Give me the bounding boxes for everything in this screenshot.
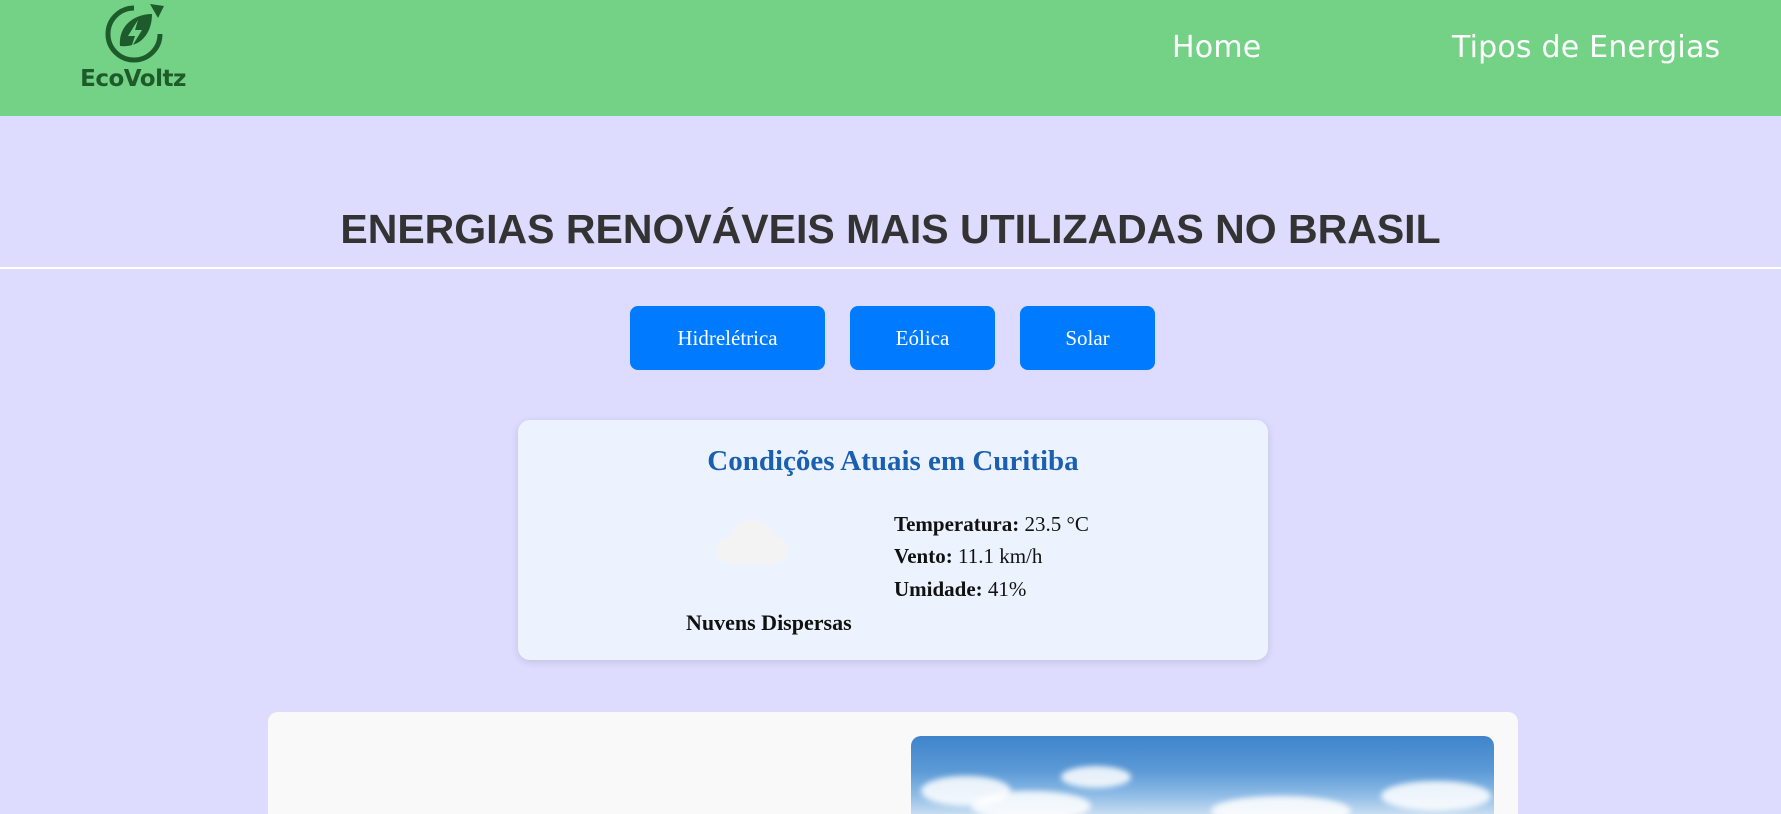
temperature-stat: Temperatura: 23.5 °C	[894, 512, 1089, 537]
energy-sky-image	[911, 736, 1494, 814]
energy-content-card	[268, 712, 1518, 814]
wind-label: Vento:	[894, 544, 953, 568]
wind-stat: Vento: 11.1 km/h	[894, 544, 1042, 569]
humidity-value: 41%	[987, 577, 1027, 601]
title-divider	[0, 267, 1781, 269]
weather-title: Condições Atuais em Curitiba	[707, 445, 1079, 477]
wind-value: 11.1 km/h	[957, 544, 1043, 568]
energy-leaf-icon	[105, 4, 164, 63]
nav-tipos-de-energias-link[interactable]: Tipos de Energias	[1452, 30, 1720, 65]
page-title: ENERGIAS RENOVÁVEIS MAIS UTILIZADAS NO B…	[340, 206, 1441, 252]
hidreletrica-button[interactable]: Hidrelétrica	[630, 306, 825, 370]
temperature-value: 23.5 °C	[1024, 512, 1089, 536]
solar-button[interactable]: Solar	[1020, 306, 1155, 370]
cloud-icon	[716, 520, 788, 564]
eolica-button[interactable]: Eólica	[850, 306, 995, 370]
logo[interactable]: EcoVoltz	[78, 2, 188, 94]
weather-card: Condições Atuais em Curitiba Nuvens Disp…	[518, 420, 1268, 660]
temperature-label: Temperatura:	[894, 512, 1020, 536]
nav-home-link[interactable]: Home	[1172, 30, 1261, 65]
logo-text: EcoVoltz	[80, 66, 186, 92]
humidity-label: Umidade:	[894, 577, 983, 601]
humidity-stat: Umidade: 41%	[894, 577, 1026, 602]
site-header: EcoVoltz Home Tipos de Energias	[0, 0, 1781, 116]
weather-description: Nuvens Dispersas	[686, 610, 852, 635]
